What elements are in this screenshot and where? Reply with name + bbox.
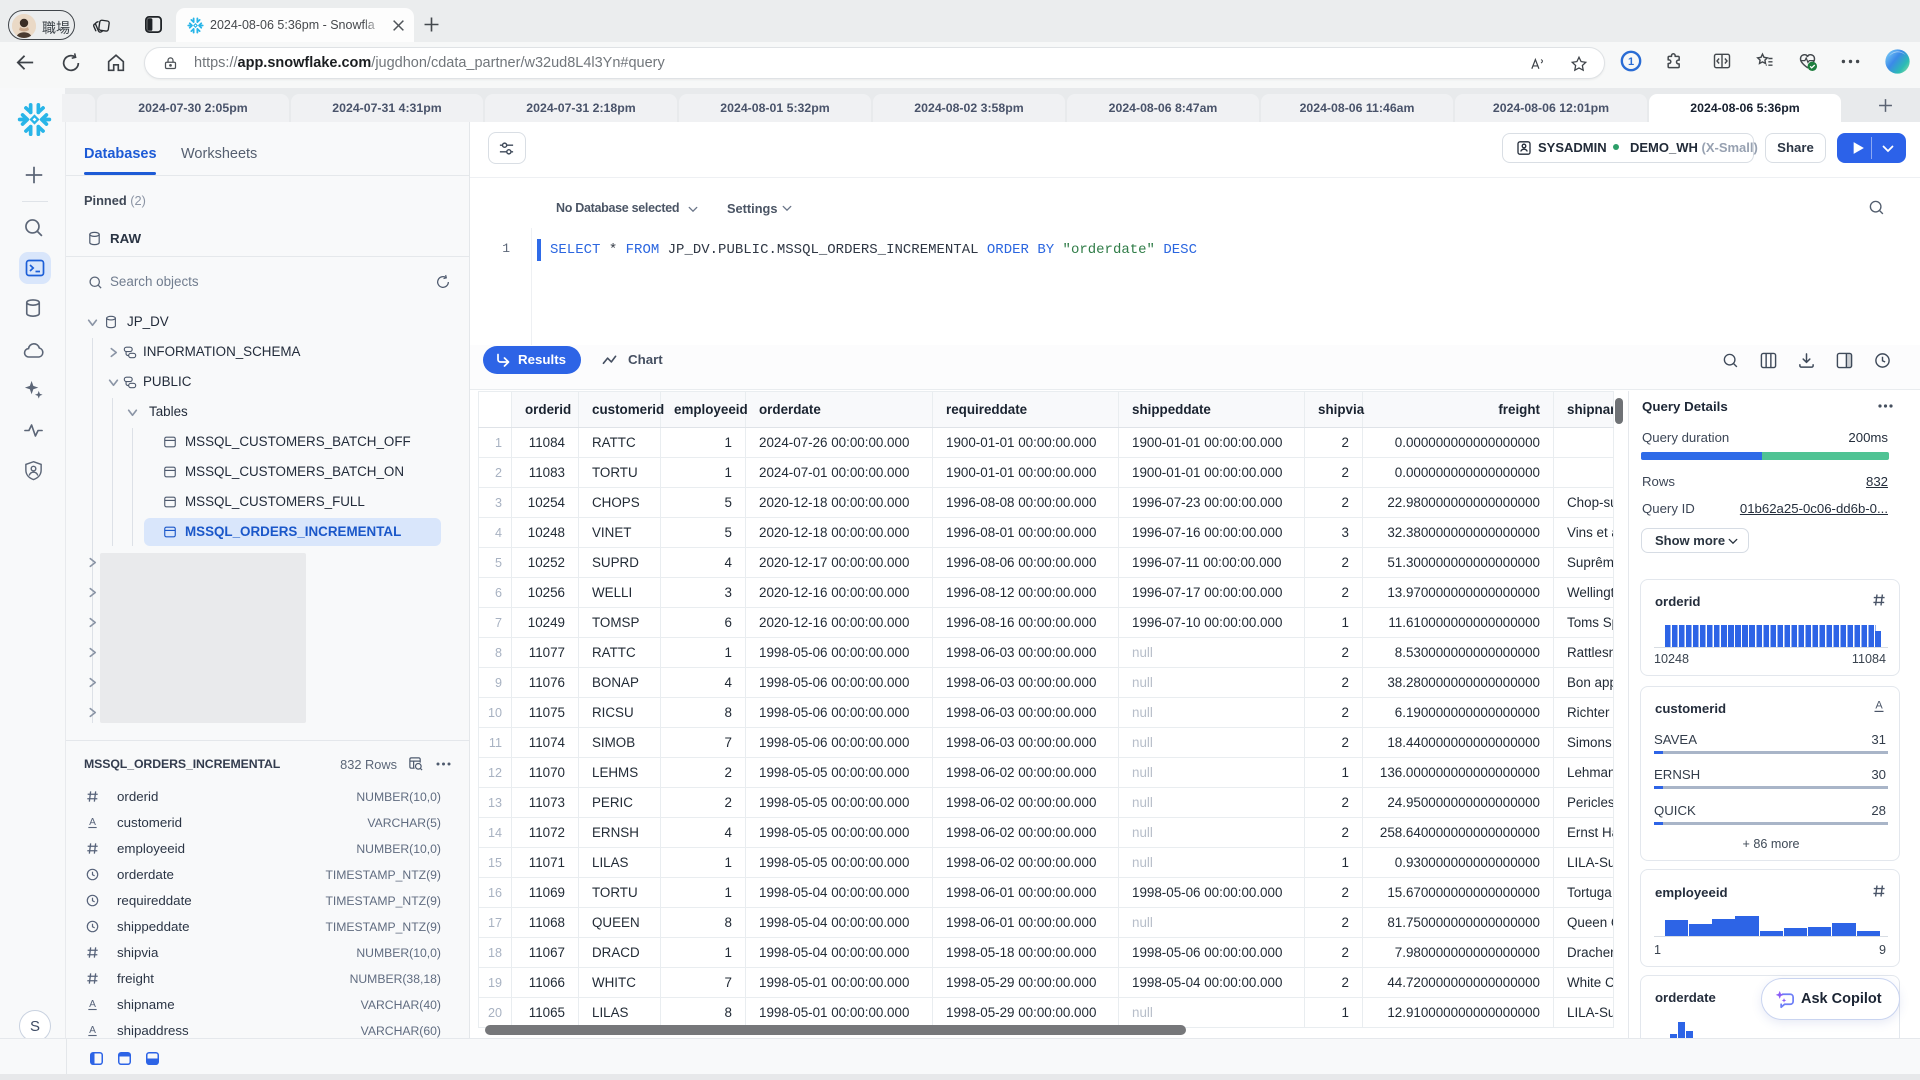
svg-text:1: 1 bbox=[1628, 56, 1634, 68]
